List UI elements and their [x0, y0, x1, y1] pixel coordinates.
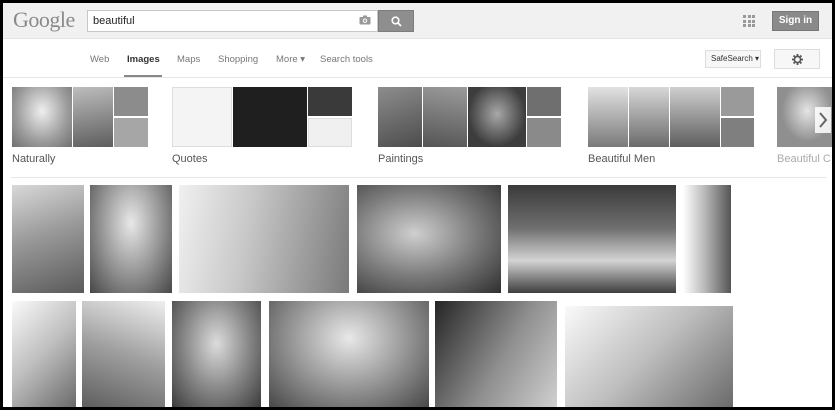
related-thumbnail: [233, 87, 307, 147]
tab-shopping[interactable]: Shopping: [218, 54, 258, 65]
google-logo[interactable]: Google: [13, 7, 75, 33]
related-thumbnail: [114, 118, 148, 147]
safesearch-dropdown[interactable]: SafeSearch ▾: [705, 50, 761, 68]
related-thumbnail: [527, 118, 561, 147]
related-item-naturally[interactable]: Naturally: [12, 87, 152, 177]
related-thumbnail: [721, 87, 754, 116]
related-label: Naturally: [12, 153, 56, 165]
related-thumbnail: [12, 87, 72, 147]
search-nav: Web Images Maps Shopping More ▾ Search t…: [3, 40, 832, 78]
search-tools-button[interactable]: Search tools: [320, 54, 373, 65]
related-thumbnail: [308, 87, 352, 116]
image-result[interactable]: [357, 185, 501, 293]
related-thumbnail: [588, 87, 628, 147]
browser-viewport: Google Sign in Web Images Maps: [3, 3, 832, 407]
image-result[interactable]: [508, 185, 676, 293]
related-thumbnail: [629, 87, 669, 147]
image-result[interactable]: [435, 301, 557, 407]
related-thumbnail: [721, 118, 754, 147]
related-thumbnail: [172, 87, 232, 147]
image-result[interactable]: [12, 301, 76, 407]
tab-images[interactable]: Images: [127, 54, 160, 65]
image-result[interactable]: [90, 185, 172, 293]
image-result[interactable]: [683, 185, 731, 293]
related-label: Beautiful C: [777, 153, 831, 165]
search-box[interactable]: [87, 10, 378, 32]
apps-grid-icon[interactable]: [743, 15, 755, 27]
tab-maps[interactable]: Maps: [177, 54, 200, 65]
scroll-right-button[interactable]: [815, 107, 831, 133]
related-label: Paintings: [378, 153, 424, 165]
tab-more[interactable]: More ▾: [276, 54, 305, 65]
related-searches-strip: Naturally Quotes Paintings Beautiful Men: [3, 79, 832, 177]
image-result[interactable]: [82, 301, 165, 407]
image-result[interactable]: [12, 185, 84, 293]
related-item-quotes[interactable]: Quotes: [172, 87, 352, 177]
tab-web[interactable]: Web: [90, 54, 109, 65]
related-thumbnail: [527, 87, 561, 116]
related-thumbnail: [73, 87, 113, 147]
related-thumbnail: [114, 87, 148, 116]
image-result[interactable]: [565, 306, 733, 407]
search-button[interactable]: [378, 10, 414, 32]
related-thumbnail: [670, 87, 720, 147]
related-label: Beautiful Men: [588, 153, 656, 165]
related-thumbnail: [468, 87, 526, 147]
sign-in-button[interactable]: Sign in: [772, 11, 819, 31]
image-result[interactable]: [269, 301, 429, 407]
settings-button[interactable]: [774, 49, 820, 69]
search-input[interactable]: [93, 13, 343, 29]
related-thumbnail: [378, 87, 422, 147]
image-result[interactable]: [179, 185, 349, 293]
gear-icon: [792, 54, 803, 65]
camera-icon[interactable]: [359, 15, 371, 25]
section-divider: [11, 177, 826, 178]
magnifier-icon: [391, 16, 402, 27]
related-item-paintings[interactable]: Paintings: [378, 87, 564, 177]
related-item-beautiful-men[interactable]: Beautiful Men: [588, 87, 758, 177]
active-tab-indicator: [124, 75, 162, 77]
top-bar: Google Sign in: [3, 3, 832, 39]
related-label: Quotes: [172, 153, 208, 165]
chevron-right-icon: [819, 112, 828, 128]
related-thumbnail: [308, 118, 352, 147]
related-thumbnail: [423, 87, 467, 147]
image-result[interactable]: [172, 301, 261, 407]
